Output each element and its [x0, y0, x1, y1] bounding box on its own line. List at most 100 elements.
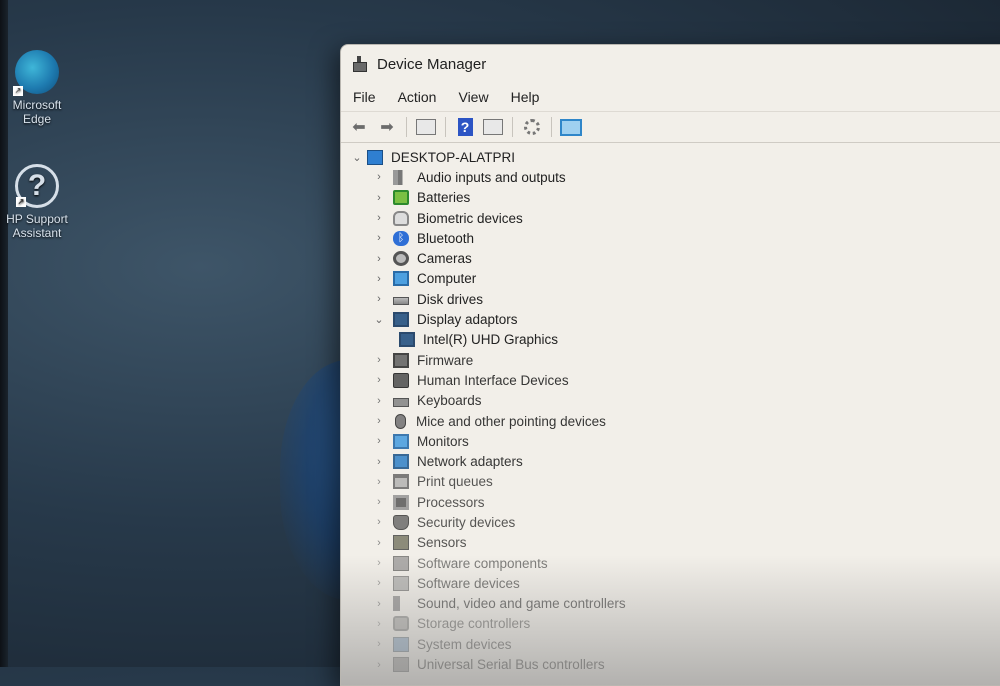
software-component-icon — [393, 555, 409, 571]
tree-node-sound[interactable]: › Sound, video and game controllers — [349, 594, 1000, 614]
tree-node-security[interactable]: › Security devices — [349, 512, 1000, 532]
help-icon[interactable]: ? — [453, 116, 477, 138]
tree-node-label: Biometric devices — [417, 210, 523, 226]
tree-node-system[interactable]: › System devices — [349, 634, 1000, 654]
expand-icon[interactable]: › — [371, 212, 387, 224]
tree-node-computer[interactable]: › Computer — [349, 269, 1000, 289]
update-driver-icon[interactable] — [520, 116, 544, 138]
toolbar: ⬅ ➡ ? — [341, 111, 1000, 143]
menu-file[interactable]: File — [345, 85, 384, 109]
expand-icon[interactable]: › — [371, 557, 387, 569]
tree-node-batteries[interactable]: › Batteries — [349, 188, 1000, 208]
expand-icon[interactable]: › — [371, 638, 387, 650]
tree-node-label: Disk drives — [417, 291, 484, 307]
title-bar[interactable]: Device Manager — [341, 45, 1000, 83]
tree-root[interactable]: ⌄ DESKTOP-ALATPRI — [349, 147, 1000, 167]
scan-hardware-icon[interactable] — [559, 116, 583, 138]
expand-icon[interactable]: › — [371, 374, 387, 386]
tree-node-hid[interactable]: › Human Interface Devices — [349, 370, 1000, 390]
expand-icon[interactable]: › — [371, 354, 387, 366]
collapse-icon[interactable]: ⌄ — [371, 313, 387, 326]
tree-node-label: Sound, video and game controllers — [417, 596, 626, 612]
tree-node-label: Monitors — [417, 433, 469, 449]
tree-node-label: Storage controllers — [417, 616, 531, 632]
storage-icon — [393, 616, 409, 632]
tree-node-label: Network adapters — [417, 454, 523, 470]
expand-icon[interactable]: › — [371, 273, 387, 285]
sound-icon — [393, 596, 409, 612]
desktop-icon-label: HP Support Assistant — [6, 212, 68, 240]
expand-icon[interactable]: › — [371, 171, 387, 183]
display-adapter-icon — [393, 312, 409, 328]
expand-icon[interactable]: › — [371, 659, 387, 671]
tree-node-label: Mice and other pointing devices — [416, 413, 606, 429]
tree-node-software-components[interactable]: › Software components — [349, 553, 1000, 573]
tree-node-label: Processors — [417, 494, 485, 510]
tree-node-intel-uhd[interactable]: Intel(R) UHD Graphics — [349, 330, 1000, 350]
view-icon[interactable] — [481, 116, 505, 138]
tree-node-disk-drives[interactable]: › Disk drives — [349, 289, 1000, 309]
menu-view[interactable]: View — [450, 85, 496, 109]
menu-help[interactable]: Help — [503, 85, 548, 109]
camera-icon — [393, 251, 409, 267]
bluetooth-icon: ᛒ — [393, 230, 409, 246]
tree-node-display-adaptors[interactable]: ⌄ Display adaptors — [349, 309, 1000, 329]
expand-icon[interactable]: › — [371, 496, 387, 508]
desktop-icon-hp-support[interactable]: ? ↗ HP Support Assistant — [2, 164, 72, 240]
expand-icon[interactable]: › — [371, 577, 387, 589]
monitor-icon — [393, 271, 409, 287]
monitor-icon — [393, 433, 409, 449]
tree-node-label: Universal Serial Bus controllers — [417, 657, 605, 673]
expand-icon[interactable]: › — [371, 537, 387, 549]
tree-node-print-queues[interactable]: › Print queues — [349, 472, 1000, 492]
expand-icon[interactable]: › — [371, 618, 387, 630]
expand-icon[interactable]: › — [371, 435, 387, 447]
expand-icon[interactable]: › — [371, 516, 387, 528]
tree-node-label: System devices — [417, 636, 512, 652]
forward-arrow-icon[interactable]: ➡ — [375, 116, 399, 138]
menu-action[interactable]: Action — [390, 85, 445, 109]
expand-icon[interactable]: › — [371, 253, 387, 265]
toolbar-separator — [445, 117, 446, 137]
expand-icon[interactable]: › — [371, 395, 387, 407]
tree-node-software-devices[interactable]: › Software devices — [349, 573, 1000, 593]
tree-node-audio[interactable]: › Audio inputs and outputs — [349, 167, 1000, 187]
tree-node-firmware[interactable]: › Firmware — [349, 350, 1000, 370]
expand-icon[interactable]: › — [371, 456, 387, 468]
tree-node-usb[interactable]: › Universal Serial Bus controllers — [349, 654, 1000, 674]
properties-icon[interactable] — [414, 116, 438, 138]
printer-icon — [393, 474, 409, 490]
firmware-icon — [393, 352, 409, 368]
tree-node-network[interactable]: › Network adapters — [349, 451, 1000, 471]
toolbar-separator — [551, 117, 552, 137]
expand-icon[interactable]: › — [371, 293, 387, 305]
expand-icon[interactable]: › — [371, 598, 387, 610]
back-arrow-icon[interactable]: ⬅ — [347, 116, 371, 138]
tree-node-cameras[interactable]: › Cameras — [349, 248, 1000, 268]
desktop-icon-label: Microsoft Edge — [12, 98, 62, 126]
expand-icon[interactable]: › — [371, 415, 387, 427]
tree-node-monitors[interactable]: › Monitors — [349, 431, 1000, 451]
tree-node-sensors[interactable]: › Sensors — [349, 533, 1000, 553]
speaker-icon — [393, 169, 409, 185]
tree-node-biometric[interactable]: › Biometric devices — [349, 208, 1000, 228]
desktop-icon-edge[interactable]: ↗ Microsoft Edge — [2, 50, 72, 126]
tree-node-storage[interactable]: › Storage controllers — [349, 614, 1000, 634]
tree-node-bluetooth[interactable]: › ᛒ Bluetooth — [349, 228, 1000, 248]
disk-icon — [393, 297, 409, 306]
tree-node-label: Batteries — [417, 190, 471, 206]
window-title: Device Manager — [377, 55, 487, 73]
collapse-icon[interactable]: ⌄ — [349, 151, 365, 164]
expand-icon[interactable]: › — [371, 232, 387, 244]
tree-node-keyboards[interactable]: › Keyboards — [349, 391, 1000, 411]
expand-icon[interactable]: › — [371, 476, 387, 488]
keyboard-icon — [393, 397, 409, 407]
usb-icon — [393, 657, 409, 673]
tree-node-mice[interactable]: › Mice and other pointing devices — [349, 411, 1000, 431]
tree-node-processors[interactable]: › Processors — [349, 492, 1000, 512]
tree-node-label: Firmware — [417, 352, 474, 368]
edge-icon: ↗ — [13, 50, 59, 96]
expand-icon[interactable]: › — [371, 192, 387, 204]
tree-node-label: Print queues — [417, 474, 493, 490]
shortcut-arrow-icon: ↗ — [13, 86, 23, 96]
